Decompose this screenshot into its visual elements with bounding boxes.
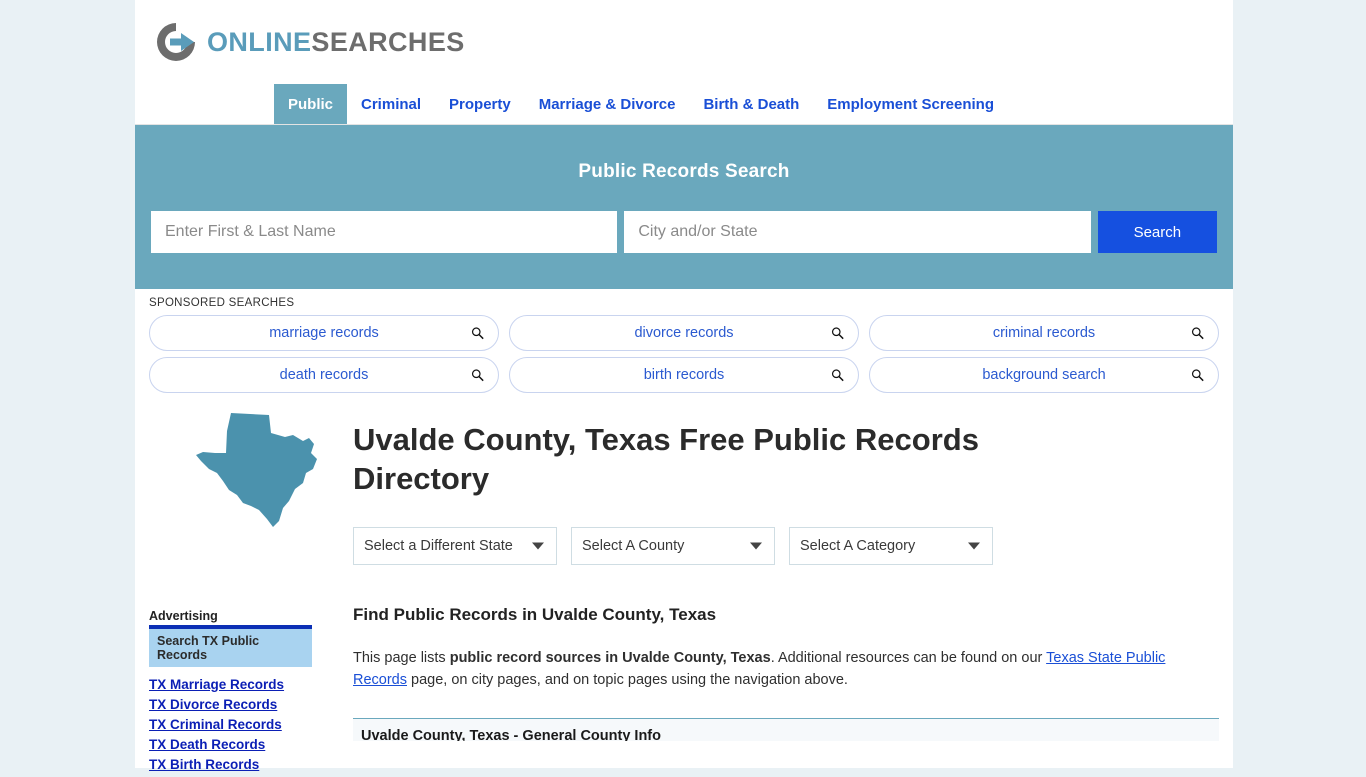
chevron-down-icon [968, 542, 980, 549]
state-select[interactable]: Select a Different State [353, 526, 557, 565]
sidebar-link-tx-divorce-records[interactable]: TX Divorce Records [149, 697, 312, 712]
nav-item-property[interactable]: Property [435, 84, 525, 124]
state-select-value: Select a Different State [364, 537, 513, 554]
sidebar-link-tx-birth-records[interactable]: TX Birth Records [149, 757, 312, 772]
nav-item-birth-death[interactable]: Birth & Death [689, 84, 813, 124]
sponsored-searches-section: SPONSORED SEARCHES marriage records divo… [135, 289, 1233, 393]
advertising-link-list: TX Marriage Records TX Divorce Records T… [149, 677, 312, 772]
sponsored-pill-death-records[interactable]: death records [149, 357, 499, 393]
sponsored-pill-label: marriage records [269, 325, 379, 341]
general-county-info-heading: Uvalde County, Texas - General County In… [353, 719, 1219, 742]
paragraph-text-mid: . Additional resources can be found on o… [770, 649, 1047, 666]
chevron-down-icon [750, 542, 762, 549]
main-content: Uvalde County, Texas Free Public Records… [339, 407, 1219, 777]
search-form: Search [151, 211, 1217, 253]
search-icon [831, 327, 844, 340]
search-tx-public-records-button[interactable]: Search TX Public Records [149, 629, 312, 667]
circular-arrow-icon [157, 23, 195, 61]
intro-paragraph: This page lists public record sources in… [353, 647, 1213, 692]
county-select-value: Select A County [582, 537, 685, 554]
search-submit-button[interactable]: Search [1097, 211, 1217, 253]
nav-item-criminal[interactable]: Criminal [347, 84, 435, 124]
sponsored-pill-label: birth records [643, 367, 725, 383]
paragraph-text-start: This page lists [353, 649, 450, 666]
filter-select-row: Select a Different State Select A County… [353, 526, 1219, 565]
sponsored-pill-marriage-records[interactable]: marriage records [149, 315, 499, 351]
sponsored-pill-background-search[interactable]: background search [869, 357, 1219, 393]
sponsored-pill-label: divorce records [634, 325, 734, 341]
logo-word-searches: SEARCHES [311, 26, 465, 57]
county-select[interactable]: Select A County [571, 526, 775, 565]
page-container: ONLINESEARCHES Public Criminal Property … [135, 0, 1233, 772]
nav-item-marriage-divorce[interactable]: Marriage & Divorce [525, 84, 690, 124]
location-search-input[interactable] [624, 211, 1091, 253]
sidebar-link-tx-marriage-records[interactable]: TX Marriage Records [149, 677, 312, 692]
texas-state-map-icon [196, 413, 317, 527]
nav-item-employment-screening[interactable]: Employment Screening [813, 84, 1008, 124]
paragraph-text-end: page, on city pages, and on topic pages … [407, 671, 848, 688]
category-select-value: Select A Category [800, 537, 916, 554]
search-icon [831, 369, 844, 382]
nav-item-public[interactable]: Public [274, 84, 348, 124]
search-band-title: Public Records Search [578, 161, 790, 182]
section-heading: Find Public Records in Uvalde County, Te… [353, 604, 717, 624]
sponsored-pill-label: death records [279, 367, 369, 383]
logo-wordmark: ONLINESEARCHES [207, 27, 465, 58]
category-select[interactable]: Select A Category [789, 526, 993, 565]
search-icon [471, 327, 484, 340]
logo-word-online: ONLINE [207, 26, 312, 57]
sponsored-searches-label: SPONSORED SEARCHES [149, 297, 295, 309]
site-logo[interactable]: ONLINESEARCHES [135, 0, 1233, 84]
public-records-search-band: Public Records Search Search [135, 125, 1233, 289]
sponsored-pill-label: background search [982, 367, 1106, 383]
sponsored-pill-criminal-records[interactable]: criminal records [869, 315, 1219, 351]
search-icon [1191, 327, 1204, 340]
search-icon [1191, 369, 1204, 382]
name-search-input[interactable] [151, 211, 618, 253]
sponsored-pill-label: criminal records [992, 325, 1096, 341]
advertising-box: Advertising Search TX Public Records TX … [149, 609, 312, 772]
sponsored-pill-grid: marriage records divorce records crimina… [149, 315, 1219, 393]
content-columns: Advertising Search TX Public Records TX … [135, 393, 1233, 777]
search-icon [471, 369, 484, 382]
sponsored-pill-divorce-records[interactable]: divorce records [509, 315, 859, 351]
paragraph-bold-phrase: public record sources in Uvalde County, … [449, 649, 771, 666]
sponsored-pill-birth-records[interactable]: birth records [509, 357, 859, 393]
main-navigation: Public Criminal Property Marriage & Divo… [135, 84, 1233, 125]
sidebar-link-tx-criminal-records[interactable]: TX Criminal Records [149, 717, 312, 732]
chevron-down-icon [532, 542, 544, 549]
sidebar-link-tx-death-records[interactable]: TX Death Records [149, 737, 312, 752]
left-sidebar: Advertising Search TX Public Records TX … [149, 407, 339, 777]
advertising-label: Advertising [149, 609, 218, 623]
page-title: Uvalde County, Texas Free Public Records… [353, 422, 979, 496]
